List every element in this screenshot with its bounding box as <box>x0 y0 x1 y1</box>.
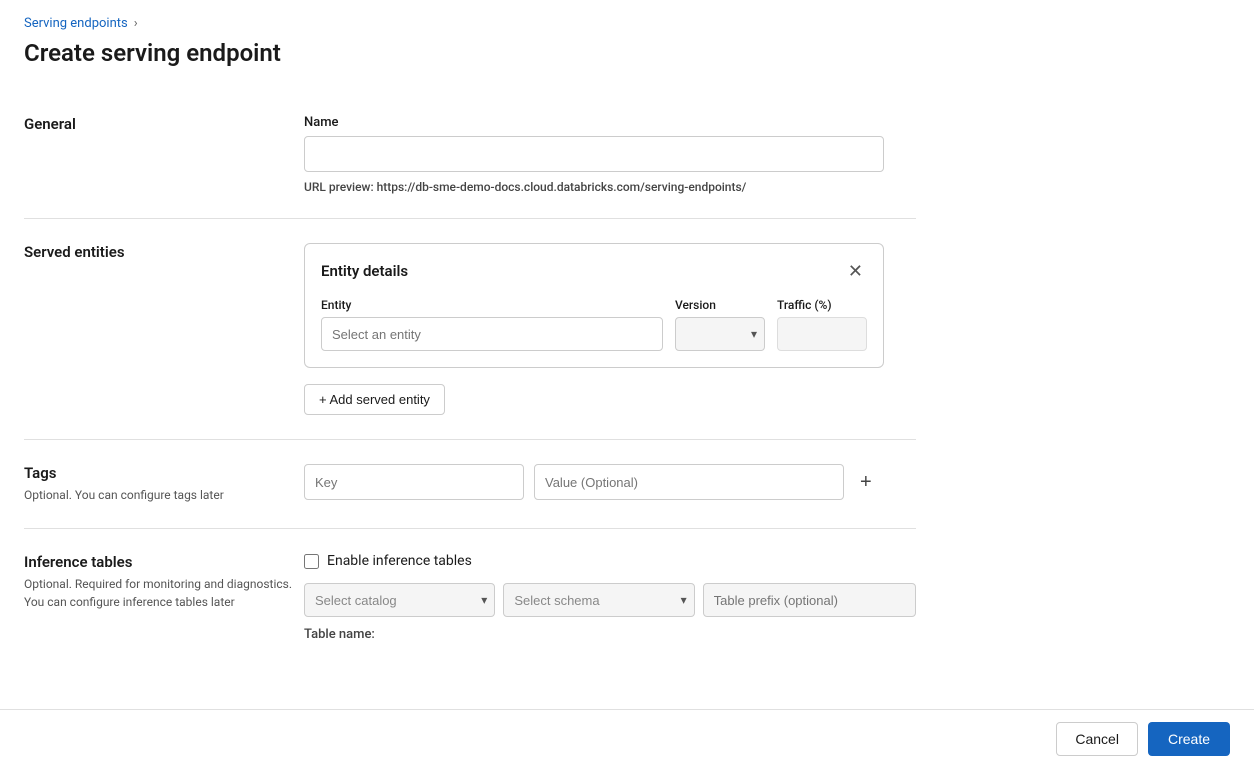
version-field: Version <box>675 298 765 351</box>
tag-value-input[interactable] <box>534 464 844 500</box>
entity-card: Entity details ✕ Entity Version <box>304 243 884 368</box>
entity-card-title: Entity details <box>321 262 408 280</box>
add-tag-button[interactable]: + <box>854 470 878 494</box>
enable-inference-checkbox-row: Enable inference tables <box>304 553 916 569</box>
page-footer: Cancel Create <box>0 709 1254 768</box>
cancel-button[interactable]: Cancel <box>1056 722 1138 756</box>
traffic-input[interactable]: 100 <box>777 317 867 351</box>
inference-tables-title: Inference tables <box>24 553 304 571</box>
general-section: General Name URL preview: https://db-sme… <box>24 91 916 219</box>
page-title: Create serving endpoint <box>24 39 916 67</box>
inference-selects-row: Select catalog Select schema <box>304 583 916 617</box>
catalog-select[interactable]: Select catalog <box>304 583 495 617</box>
served-entities-section-content: Entity details ✕ Entity Version <box>304 243 916 415</box>
tag-key-input[interactable] <box>304 464 524 500</box>
tags-title: Tags <box>24 464 304 482</box>
enable-inference-checkbox[interactable] <box>304 554 319 569</box>
schema-select-wrapper: Select schema <box>503 583 694 617</box>
served-entities-title: Served entities <box>24 243 304 261</box>
traffic-field: Traffic (%) 100 <box>777 298 867 351</box>
entity-row: Entity Version Traffic (%) 100 <box>321 298 867 351</box>
inference-tables-section: Inference tables Optional. Required for … <box>24 529 916 722</box>
schema-select[interactable]: Select schema <box>503 583 694 617</box>
traffic-label: Traffic (%) <box>777 298 867 312</box>
general-section-label: General <box>24 115 304 194</box>
table-prefix-input[interactable] <box>703 583 916 617</box>
name-input[interactable] <box>304 136 884 172</box>
enable-inference-label[interactable]: Enable inference tables <box>327 553 472 569</box>
entity-label: Entity <box>321 298 663 312</box>
breadcrumb-sep: › <box>134 16 138 31</box>
entity-card-header: Entity details ✕ <box>321 260 867 282</box>
breadcrumb: Serving endpoints › <box>24 16 916 31</box>
entity-select-input[interactable] <box>321 317 663 351</box>
version-select[interactable] <box>675 317 765 351</box>
general-title: General <box>24 115 304 133</box>
version-select-wrapper <box>675 317 765 351</box>
general-section-content: Name URL preview: https://db-sme-demo-do… <box>304 115 916 194</box>
entity-field: Entity <box>321 298 663 351</box>
add-served-entity-button[interactable]: + Add served entity <box>304 384 445 415</box>
breadcrumb-link[interactable]: Serving endpoints <box>24 16 128 31</box>
inference-tables-section-label: Inference tables Optional. Required for … <box>24 553 304 642</box>
inference-tables-section-content: Enable inference tables Select catalog S… <box>304 553 916 642</box>
close-entity-card-button[interactable]: ✕ <box>844 260 867 282</box>
catalog-select-wrapper: Select catalog <box>304 583 495 617</box>
table-name-row: Table name: <box>304 627 916 642</box>
table-name-label: Table name: <box>304 627 375 642</box>
tags-section-content: + <box>304 464 916 504</box>
url-preview: URL preview: https://db-sme-demo-docs.cl… <box>304 180 916 194</box>
inference-tables-description: Optional. Required for monitoring and di… <box>24 575 304 611</box>
name-label: Name <box>304 115 916 130</box>
tags-description: Optional. You can configure tags later <box>24 486 304 504</box>
tags-inputs: + <box>304 464 916 500</box>
served-entities-section: Served entities Entity details ✕ Entity … <box>24 219 916 440</box>
version-label: Version <box>675 298 765 312</box>
served-entities-section-label: Served entities <box>24 243 304 415</box>
tags-section: Tags Optional. You can configure tags la… <box>24 440 916 529</box>
tags-section-label: Tags Optional. You can configure tags la… <box>24 464 304 504</box>
create-button[interactable]: Create <box>1148 722 1230 756</box>
